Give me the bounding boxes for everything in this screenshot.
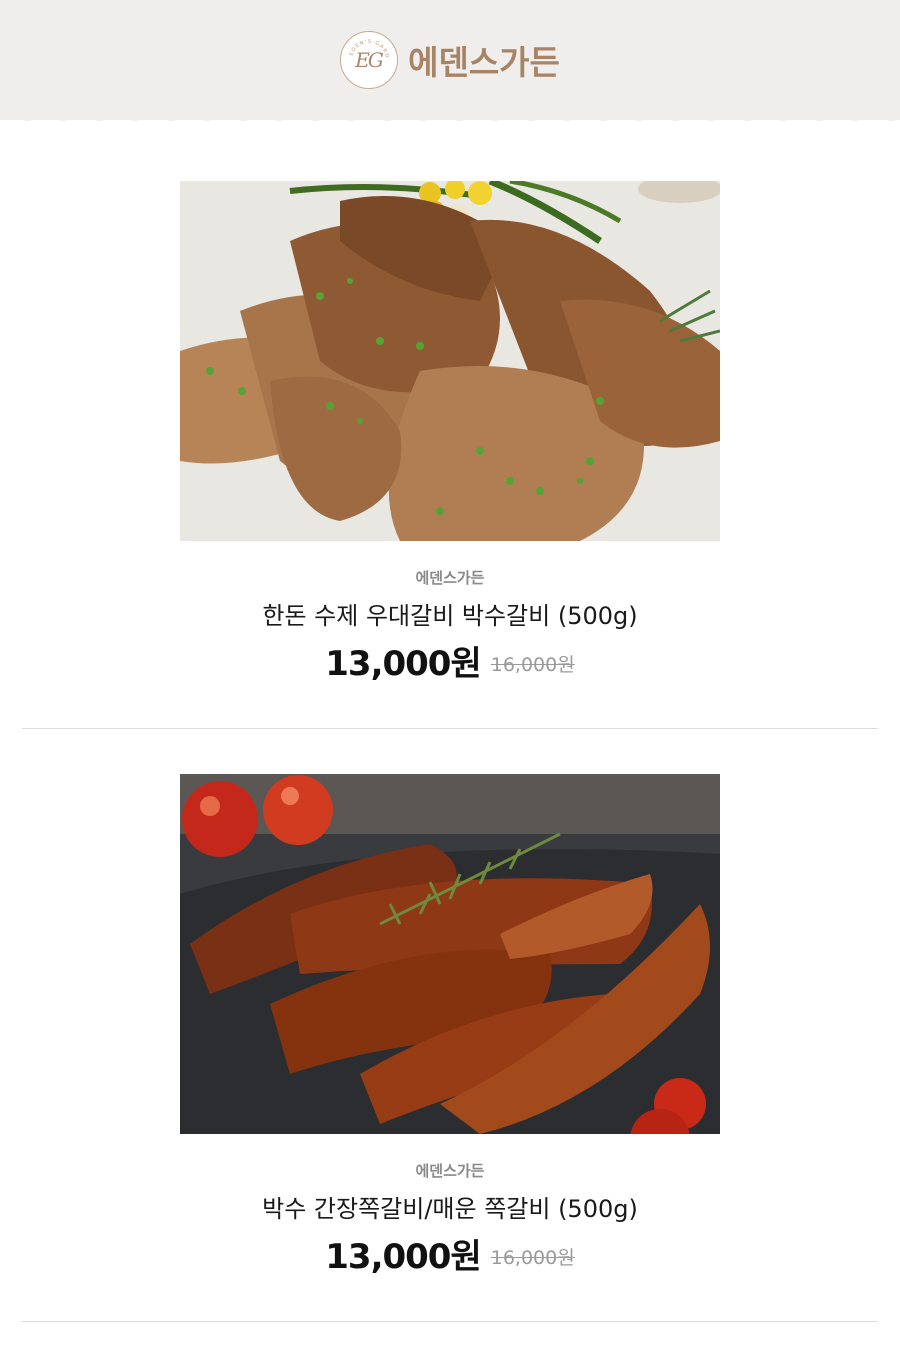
product-price: 13,000원 16,000원 bbox=[0, 1229, 900, 1278]
divider bbox=[22, 1321, 878, 1322]
divider bbox=[22, 728, 878, 729]
original-price: 16,000원 bbox=[490, 1247, 575, 1269]
product-brand: 에덴스가든 bbox=[415, 569, 485, 587]
product-name[interactable]: 한돈 수제 우대갈비 박수갈비 (500g) bbox=[0, 596, 900, 631]
logo-emblem: EDEN'S GARDEN EG bbox=[340, 31, 399, 89]
sale-price: 13,000원 bbox=[325, 644, 481, 684]
sale-price: 13,000원 bbox=[325, 1237, 481, 1277]
logo-monogram: EG bbox=[355, 48, 384, 72]
site-header: EDEN'S GARDEN EG 에덴스가든 bbox=[0, 0, 900, 120]
original-price: 16,000원 bbox=[490, 654, 575, 676]
product-image-pork-galbi[interactable] bbox=[180, 181, 720, 541]
brand-logo[interactable]: EDEN'S GARDEN EG 에덴스가든 bbox=[0, 30, 900, 90]
product-image-spare-ribs[interactable] bbox=[180, 774, 720, 1134]
product-brand: 에덴스가든 bbox=[415, 1162, 485, 1180]
product-name[interactable]: 박수 간장쪽갈비/매운 쪽갈비 (500g) bbox=[0, 1189, 900, 1224]
header-wave-edge bbox=[0, 104, 900, 121]
brand-name: 에덴스가든 bbox=[408, 43, 560, 82]
product-price: 13,000원 16,000원 bbox=[0, 636, 900, 685]
